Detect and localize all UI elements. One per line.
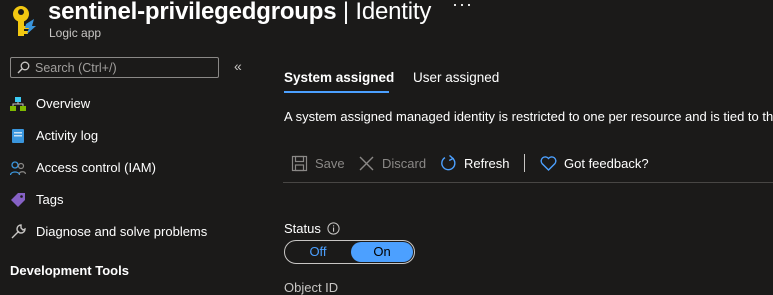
discard-label: Discard — [382, 156, 427, 171]
logic-app-icon — [13, 6, 36, 36]
status-off-option[interactable]: Off — [285, 241, 351, 263]
sidebar-item-label: Access control (IAM) — [36, 160, 156, 175]
refresh-label: Refresh — [464, 156, 510, 171]
overview-icon — [10, 97, 26, 111]
info-icon[interactable] — [327, 222, 340, 235]
tag-icon — [11, 193, 25, 207]
identity-description: A system assigned managed identity is re… — [284, 109, 773, 124]
sidebar-item-tags[interactable]: Tags — [0, 184, 250, 216]
status-on-option[interactable]: On — [351, 242, 413, 262]
feedback-label: Got feedback? — [564, 156, 649, 171]
selected-tab-indicator — [284, 91, 389, 93]
title-separator: | — [342, 0, 349, 25]
page-title: sentinel-privilegedgroups | Identity — [48, 0, 431, 28]
sidebar-item-label: Diagnose and solve problems — [36, 224, 208, 239]
more-options-button[interactable]: ··· — [452, 0, 473, 15]
save-label: Save — [315, 156, 345, 171]
close-icon — [359, 156, 374, 171]
toolbar-separator-line — [283, 182, 773, 183]
sidebar-item-overview[interactable]: Overview — [0, 88, 250, 120]
tab-system-assigned[interactable]: System assigned — [284, 70, 394, 85]
status-label: Status — [284, 221, 321, 236]
sidebar-item-diagnose[interactable]: Diagnose and solve problems — [0, 216, 250, 248]
resource-name: sentinel-privilegedgroups — [48, 0, 337, 25]
blade-title: Identity — [355, 0, 432, 25]
status-toggle[interactable]: Off On — [284, 240, 415, 264]
object-id-label: Object ID — [284, 280, 339, 295]
search-icon — [17, 61, 30, 74]
sidebar-item-label: Activity log — [36, 128, 99, 143]
search-input[interactable] — [35, 59, 215, 76]
people-icon — [10, 161, 26, 176]
tab-user-assigned[interactable]: User assigned — [413, 70, 499, 85]
sidebar-item-label: Tags — [36, 192, 64, 207]
sidebar-item-label: Overview — [36, 96, 91, 111]
toolbar-divider — [524, 154, 525, 172]
resource-type: Logic app — [49, 26, 102, 40]
wrench-icon — [11, 224, 26, 239]
activity-log-icon — [12, 129, 24, 143]
sidebar-item-access-control[interactable]: Access control (IAM) — [0, 152, 250, 184]
sidebar-item-activity-log[interactable]: Activity log — [0, 120, 250, 152]
collapse-sidebar-button[interactable]: « — [234, 58, 242, 74]
section-heading: Development Tools — [10, 263, 129, 278]
heart-icon — [540, 156, 557, 171]
save-icon — [291, 155, 308, 172]
refresh-icon — [441, 155, 456, 171]
search-box[interactable] — [10, 57, 219, 78]
